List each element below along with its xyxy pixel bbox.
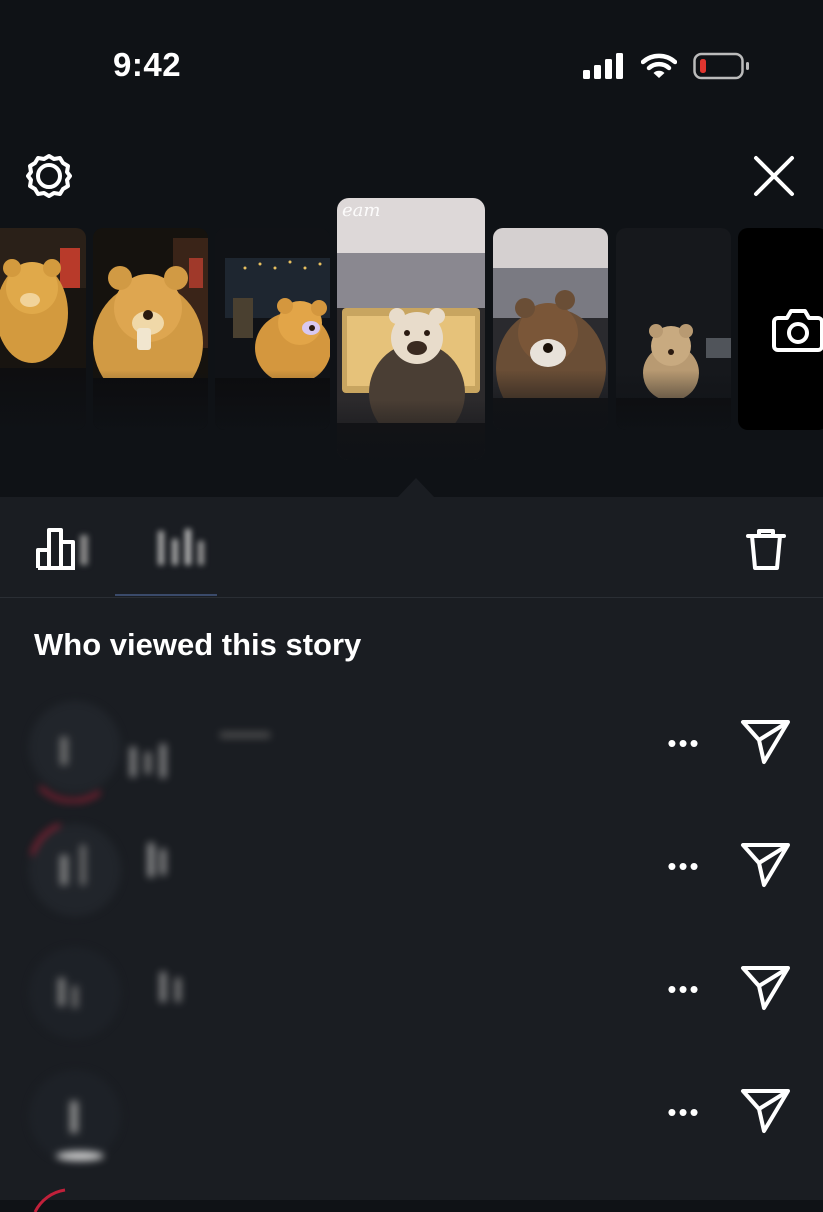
viewer-avatar-blurred [29, 823, 166, 916]
viewer-avatar-blurred [29, 947, 181, 1039]
viewer-more-button[interactable]: ••• [664, 974, 704, 1004]
blurred-viewer-count [80, 529, 204, 565]
status-bar: 9:42 [0, 0, 823, 120]
status-time: 9:42 [113, 46, 182, 83]
viewers-panel: Who viewed this story ••• ••• ••• ••• [0, 497, 823, 1212]
viewer-row[interactable]: ••• [0, 692, 823, 802]
viewer-send-button[interactable] [740, 964, 792, 1012]
panel-pointer [397, 478, 435, 498]
story-thumbnail[interactable] [616, 228, 731, 430]
viewer-avatar-blurred [29, 701, 270, 802]
trash-icon [746, 529, 786, 570]
send-icon [741, 1089, 790, 1133]
viewer-more-button[interactable]: ••• [664, 1097, 704, 1127]
delete-story-button[interactable] [742, 525, 790, 573]
viewer-row[interactable]: ••• [0, 1061, 823, 1171]
story-thumbnail[interactable] [0, 228, 86, 430]
svg-text:eam: eam [342, 200, 380, 221]
story-thumbnail[interactable] [93, 228, 208, 430]
story-carousel: eam [0, 198, 823, 468]
close-button[interactable] [750, 152, 798, 200]
viewer-more-button[interactable]: ••• [664, 851, 704, 881]
battery-low-icon [693, 52, 749, 80]
section-title: Who viewed this story [34, 627, 362, 662]
panel-toolbar [0, 497, 823, 598]
add-story-tile[interactable] [738, 228, 823, 430]
story-thumbnail[interactable] [215, 228, 330, 430]
close-icon [754, 156, 794, 196]
settings-gear-icon [26, 154, 72, 198]
insights-button[interactable] [33, 525, 83, 571]
story-thumbnail[interactable] [493, 228, 608, 430]
send-icon [741, 720, 790, 764]
cellular-signal-icon [583, 53, 623, 79]
tab-underline [115, 594, 217, 596]
viewer-row[interactable]: ••• [0, 815, 823, 925]
send-icon [741, 843, 790, 887]
viewer-avatar-blurred [29, 1070, 121, 1162]
viewer-send-button[interactable] [740, 841, 792, 889]
viewer-send-button[interactable] [740, 718, 792, 766]
viewer-send-button[interactable] [740, 1087, 792, 1135]
send-icon [741, 966, 790, 1010]
story-thumbnail-current[interactable]: eam [337, 198, 485, 460]
camera-icon [772, 309, 823, 352]
viewer-row[interactable]: ••• [0, 938, 823, 1048]
viewer-more-button[interactable]: ••• [664, 728, 704, 758]
bar-chart-icon [36, 528, 75, 570]
settings-button[interactable] [25, 150, 73, 202]
wifi-icon [641, 53, 677, 78]
status-icons [583, 52, 751, 80]
partial-viewer-avatar [33, 1188, 66, 1212]
